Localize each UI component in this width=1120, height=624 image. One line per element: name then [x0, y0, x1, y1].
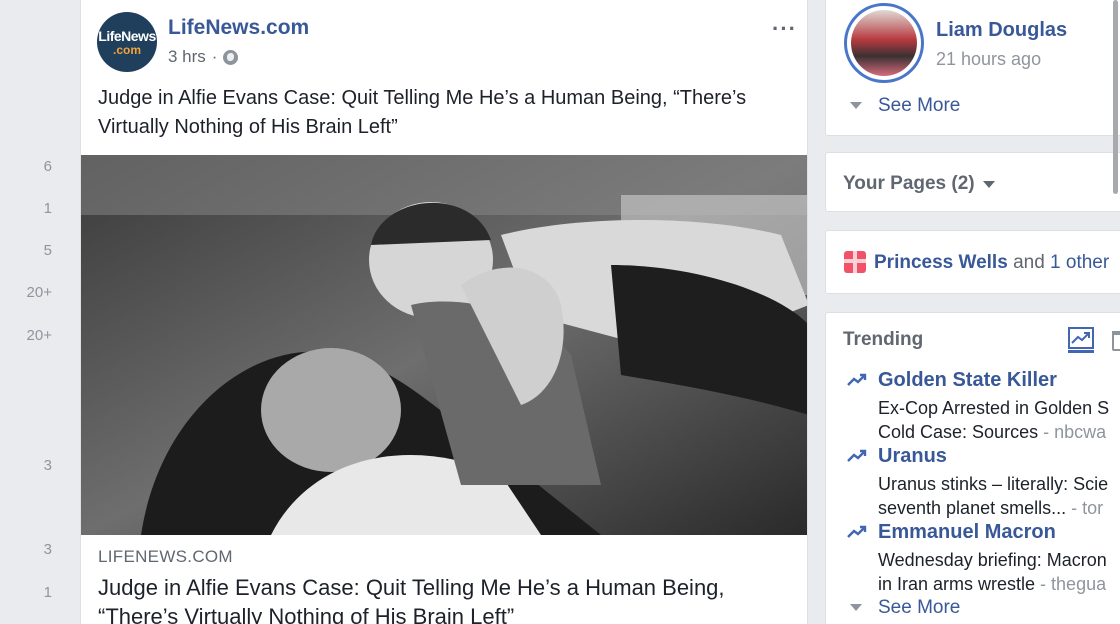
feed-count: 1 — [43, 584, 52, 601]
chevron-down-icon — [850, 102, 862, 109]
feed-count: 3 — [43, 541, 52, 558]
trend-arrow-icon — [847, 525, 867, 538]
feed-count: 3 — [43, 457, 52, 474]
feed-count: 5 — [43, 242, 52, 259]
link-title-line: “There’s Virtually Nothing of His Brain … — [98, 604, 515, 624]
trending-source: - thegua — [1035, 574, 1107, 594]
trending-desc-text: Cold Case: Sources — [878, 422, 1039, 442]
trending-desc-line: seventh planet smells... - tor — [878, 496, 1120, 520]
avatar-photo — [851, 10, 917, 76]
trending-title: Trending — [843, 329, 924, 350]
feed-count: 20+ — [26, 327, 52, 344]
your-pages-toggle[interactable]: Your Pages (2) — [843, 173, 995, 195]
dropdown-arrow-icon — [982, 180, 995, 188]
page-name-link[interactable]: LifeNews.com — [168, 16, 309, 40]
trending-topic-desc: Uranus stinks – literally: Scie seventh … — [878, 472, 1120, 520]
meta-separator: · — [211, 47, 218, 66]
trending-box: Trending Golden State Killer Ex-Cop Arre… — [825, 312, 1120, 624]
feed-count: 1 — [43, 200, 52, 217]
link-domain[interactable]: LIFENEWS.COM — [98, 547, 233, 567]
page-avatar[interactable]: LifeNews .com — [97, 12, 157, 72]
trending-desc-line: Ex-Cop Arrested in Golden S — [878, 398, 1110, 418]
trending-topic-desc: Wednesday briefing: Macron in Iran arms … — [878, 548, 1120, 596]
profile-name-link[interactable]: Liam Douglas — [936, 19, 1067, 42]
birthday-person-link[interactable]: Princess Wells — [874, 252, 1008, 273]
trending-topic-name[interactable]: Emmanuel Macron — [878, 521, 1056, 544]
your-pages-box: Your Pages (2) — [825, 152, 1120, 212]
trending-desc-line: Uranus stinks – literally: Scie — [878, 474, 1109, 494]
post-header: LifeNews .com LifeNews.com 3 hrs · ··· — [97, 12, 797, 74]
avatar-logo-text: LifeNews — [98, 27, 156, 44]
trending-desc-line: in Iran arms wrestle - thegua — [878, 572, 1120, 596]
trend-arrow-icon — [847, 373, 867, 386]
link-title-line: Judge in Alfie Evans Case: Quit Telling … — [98, 575, 725, 600]
birthdays-box: Princess Wells and 1 other — [825, 230, 1120, 294]
trending-icon[interactable] — [1068, 327, 1094, 353]
birthday-others-link[interactable]: 1 other — [1050, 252, 1109, 273]
trending-desc-text: in Iran arms wrestle — [878, 574, 1036, 594]
profile-avatar[interactable] — [844, 3, 924, 83]
trending-topic-name[interactable]: Golden State Killer — [878, 369, 1057, 392]
your-pages-label: Your Pages (2) — [843, 173, 975, 194]
feed-count: 6 — [43, 158, 52, 175]
profile-box: Liam Douglas 21 hours ago See More — [825, 0, 1120, 136]
birthday-conjunction: and — [1013, 252, 1045, 273]
feed-count: 20+ — [26, 284, 52, 301]
post-timestamp[interactable]: 3 hrs — [168, 47, 206, 67]
profile-timestamp: 21 hours ago — [936, 49, 1042, 69]
post-text-line: Virtually Nothing of His Brain Left” — [98, 116, 398, 138]
trending-see-more-link[interactable]: See More — [878, 597, 960, 619]
photo-image — [81, 155, 807, 535]
post-options-button[interactable]: ··· — [772, 16, 797, 42]
trending-desc-text: seventh planet smells... — [878, 498, 1067, 518]
news-feed-post: LifeNews .com LifeNews.com 3 hrs · ··· J… — [80, 0, 808, 624]
trending-icon-graphic — [1068, 327, 1094, 349]
trending-source: - nbcwa — [1038, 422, 1107, 442]
sidebar-scrollbar[interactable] — [1113, 0, 1118, 194]
post-photo[interactable] — [81, 155, 807, 535]
gift-icon — [844, 251, 866, 273]
trending-topic-desc: Ex-Cop Arrested in Golden S Cold Case: S… — [878, 396, 1120, 444]
chevron-down-icon — [850, 604, 862, 611]
see-more-link[interactable]: See More — [878, 95, 960, 117]
feed-count-rail: 6 1 5 20+ 20+ 3 3 1 — [0, 0, 66, 624]
birthday-text: Princess Wells and 1 other — [874, 252, 1109, 274]
trending-source: - tor — [1066, 498, 1104, 518]
link-title[interactable]: Judge in Alfie Evans Case: Quit Telling … — [98, 573, 778, 624]
post-meta: 3 hrs · — [168, 47, 239, 67]
trash-icon[interactable] — [1112, 331, 1120, 351]
trending-desc-line: Cold Case: Sources - nbcwa — [878, 420, 1120, 444]
post-text-line: Judge in Alfie Evans Case: Quit Telling … — [98, 87, 747, 109]
globe-icon[interactable] — [223, 49, 239, 65]
trend-arrow-icon — [847, 449, 867, 462]
avatar-logo-suffix: .com — [112, 42, 141, 57]
trending-topic-name[interactable]: Uranus — [878, 445, 947, 468]
post-text: Judge in Alfie Evans Case: Quit Telling … — [98, 84, 788, 142]
trending-desc-line: Wednesday briefing: Macron — [878, 550, 1107, 570]
